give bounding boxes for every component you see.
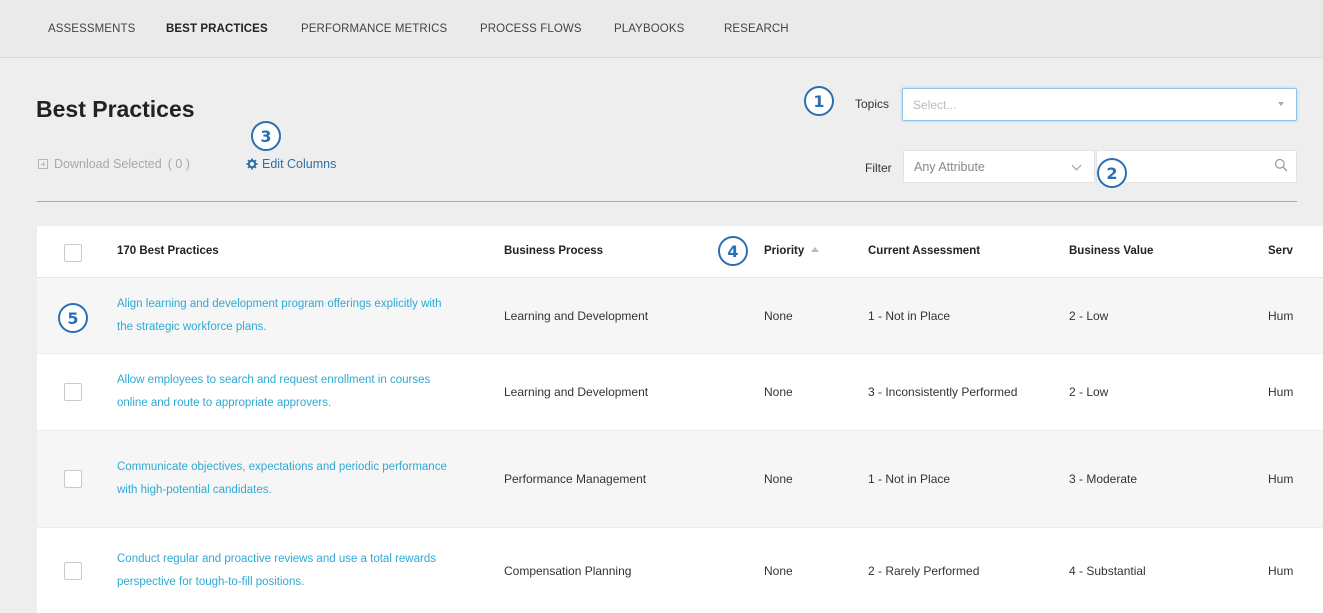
download-icon — [38, 159, 48, 169]
nav-item-research[interactable]: RESEARCH — [724, 23, 789, 35]
callout-marker: 2 — [1097, 158, 1127, 188]
business-process-cell: Performance Management — [504, 472, 647, 486]
business-process-cell: Learning and Development — [504, 385, 649, 399]
header-priority-label: Priority — [764, 245, 805, 257]
callout-marker: 1 — [804, 86, 834, 116]
priority-cell: None — [764, 385, 793, 399]
header-priority[interactable]: Priority — [764, 245, 820, 257]
best-practice-link[interactable]: Align learning and development program o… — [117, 293, 457, 339]
table-row: Allow employees to search and request en… — [37, 354, 1323, 431]
priority-cell: None — [764, 472, 793, 486]
business-value-cell: 3 - Moderate — [1069, 472, 1138, 486]
gear-icon — [246, 158, 258, 170]
row-checkbox[interactable] — [64, 383, 82, 401]
best-practice-link[interactable]: Allow employees to search and request en… — [117, 369, 457, 415]
header-service[interactable]: Serv — [1268, 245, 1298, 257]
best-practice-link[interactable]: Communicate objectives, expectations and… — [117, 456, 457, 502]
business-process-cell: Compensation Planning — [504, 563, 632, 578]
service-cell: Hum — [1268, 385, 1294, 399]
assessment-cell: 1 - Not in Place — [868, 472, 951, 486]
table-header: 170 Best Practices Business Process Prio… — [37, 226, 1323, 278]
header-current-assessment[interactable]: Current Assessment — [868, 245, 980, 257]
filter-selected-value: Any Attribute — [914, 160, 985, 174]
sort-ascending-icon — [811, 247, 820, 252]
header-business-process[interactable]: Business Process — [504, 245, 603, 257]
assessment-cell: 1 - Not in Place — [868, 308, 951, 323]
download-selected-button[interactable]: Download Selected ( 0 ) — [38, 157, 190, 171]
priority-cell: None — [764, 563, 793, 578]
page-title: Best Practices — [36, 96, 195, 122]
download-count: ( 0 ) — [167, 157, 190, 171]
assessment-cell: 2 - Rarely Performed — [868, 563, 980, 578]
service-cell: Hum — [1268, 472, 1294, 486]
header-business-value[interactable]: Business Value — [1069, 245, 1153, 257]
filter-label: Filter — [865, 161, 892, 175]
download-label: Download Selected — [54, 157, 162, 171]
select-all-checkbox[interactable] — [64, 244, 82, 262]
business-value-cell: 2 - Low — [1069, 308, 1109, 323]
filter-search-input[interactable] — [1096, 150, 1297, 183]
assessment-cell: 3 - Inconsistently Performed — [868, 385, 1018, 399]
row-checkbox[interactable] — [64, 561, 82, 580]
business-value-cell: 4 - Substantial — [1069, 563, 1146, 578]
nav-item-best-practices[interactable]: BEST PRACTICES — [166, 23, 268, 35]
search-icon[interactable] — [1274, 158, 1288, 172]
row-checkbox[interactable] — [64, 470, 82, 488]
topics-label: Topics — [855, 97, 890, 111]
chevron-down-icon — [1071, 160, 1082, 171]
caret-down-icon — [1278, 102, 1284, 106]
table-row: Align learning and development program o… — [37, 278, 1323, 354]
topics-placeholder: Select... — [913, 98, 957, 112]
table-row: Communicate objectives, expectations and… — [37, 431, 1323, 528]
nav-item-playbooks[interactable]: PLAYBOOKS — [614, 23, 684, 35]
divider — [37, 201, 1297, 202]
nav-item-performance-metrics[interactable]: PERFORMANCE METRICS — [301, 23, 447, 35]
header-best-practices[interactable]: 170 Best Practices — [117, 245, 219, 257]
business-process-cell: Learning and Development — [504, 308, 649, 323]
edit-columns-button[interactable]: Edit Columns — [246, 157, 336, 171]
top-navigation: ASSESSMENTS BEST PRACTICES PERFORMANCE M… — [0, 0, 1323, 58]
nav-item-process-flows[interactable]: PROCESS FLOWS — [480, 23, 582, 35]
callout-marker: 4 — [718, 236, 748, 266]
priority-cell: None — [764, 308, 793, 323]
service-cell: Hum — [1268, 308, 1294, 323]
business-value-cell: 2 - Low — [1069, 385, 1109, 399]
nav-item-assessments[interactable]: ASSESSMENTS — [48, 23, 135, 35]
table-row: Conduct regular and proactive reviews an… — [37, 528, 1323, 613]
edit-columns-label: Edit Columns — [262, 157, 337, 171]
best-practices-table: 170 Best Practices Business Process Prio… — [37, 226, 1323, 613]
callout-marker: 3 — [251, 121, 281, 151]
best-practice-link[interactable]: Conduct regular and proactive reviews an… — [117, 548, 457, 594]
service-cell: Hum — [1268, 563, 1294, 578]
topics-select[interactable]: Select... — [902, 88, 1297, 121]
callout-marker: 5 — [58, 303, 88, 333]
filter-attribute-select[interactable]: Any Attribute — [903, 150, 1095, 183]
